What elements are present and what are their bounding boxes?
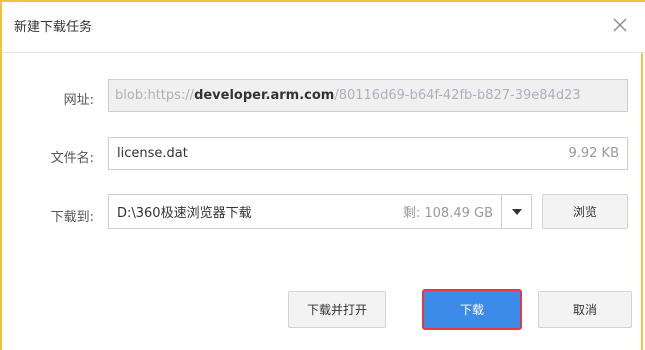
filename-input[interactable]: license.dat 9.92 KB — [108, 137, 628, 170]
download-button[interactable]: 下载 — [422, 289, 522, 330]
browse-button[interactable]: 浏览 — [542, 194, 628, 229]
download-and-open-button[interactable]: 下载并打开 — [288, 291, 386, 328]
url-suffix: /80116d69-b64f-42fb-b827-39e84d23 — [334, 88, 581, 103]
url-label: 网址: — [63, 93, 94, 108]
file-size: 9.92 KB — [568, 146, 619, 161]
saveto-path-select[interactable]: D:\360极速浏览器下载 剩: 108.49 GB — [108, 194, 502, 229]
url-prefix: blob:https:// — [115, 88, 195, 103]
saveto-path: D:\360极速浏览器下载 — [117, 206, 252, 221]
cancel-button[interactable]: 取消 — [538, 291, 632, 328]
url-field[interactable]: blob:https://developer.arm.com/80116d69-… — [108, 79, 628, 112]
dialog-title: 新建下载任务 — [14, 20, 93, 35]
close-icon[interactable] — [607, 12, 633, 38]
title-bar: 新建下载任务 — [2, 2, 645, 53]
url-host: developer.arm.com — [194, 88, 335, 103]
filename-value: license.dat — [117, 146, 188, 161]
free-space: 剩: 108.49 GB — [402, 206, 493, 221]
download-dialog: 新建下载任务 网址: blob:https://developer.arm.co… — [0, 0, 645, 350]
saveto-dropdown-button[interactable] — [501, 194, 532, 229]
saveto-label: 下载到: — [50, 210, 94, 225]
chevron-down-icon — [511, 208, 522, 215]
filename-label: 文件名: — [50, 151, 94, 166]
